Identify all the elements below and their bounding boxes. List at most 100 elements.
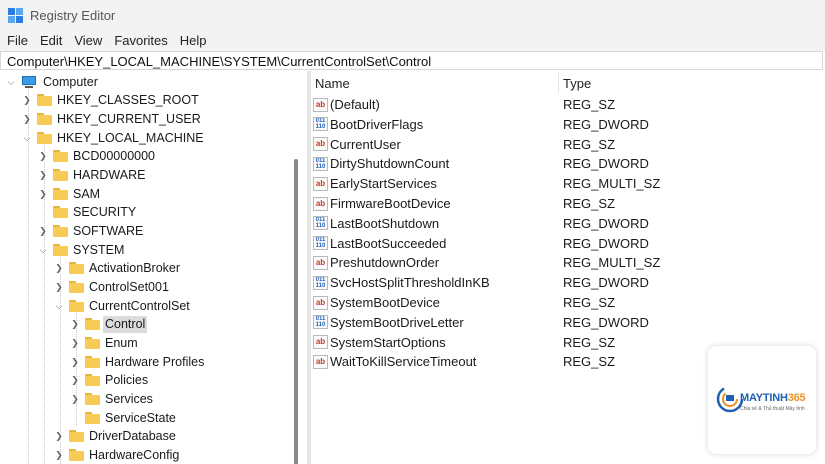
chevron-right-icon[interactable]: ❯ bbox=[54, 278, 64, 296]
tree-item-security[interactable]: SECURITY bbox=[38, 203, 138, 221]
list-row[interactable]: ab FirmwareBootDevice REG_SZ bbox=[311, 194, 825, 213]
binary-value-icon: 011 110 bbox=[313, 236, 328, 251]
menu-edit[interactable]: Edit bbox=[34, 32, 68, 50]
tree-item-hardware-profiles[interactable]: ❯ Hardware Profiles bbox=[70, 353, 206, 371]
tree-item-driverdatabase[interactable]: ❯ DriverDatabase bbox=[54, 427, 178, 445]
menu-file[interactable]: File bbox=[1, 32, 34, 50]
list-row[interactable]: ab EarlyStartServices REG_MULTI_SZ bbox=[311, 174, 825, 193]
folder-icon bbox=[53, 244, 68, 256]
tree-label: Control bbox=[103, 315, 148, 333]
list-row[interactable]: ab (Default) REG_SZ bbox=[311, 95, 825, 114]
column-header-type[interactable]: Type bbox=[563, 71, 591, 97]
tree-item-servicestate[interactable]: ServiceState bbox=[70, 409, 178, 427]
list-header: Name Type bbox=[311, 71, 825, 95]
value-type: REG_DWORD bbox=[563, 116, 649, 132]
tree-label: CurrentControlSet bbox=[89, 298, 190, 313]
chevron-down-icon[interactable]: ⌵ bbox=[54, 297, 64, 315]
list-row[interactable]: 011 110 BootDriverFlags REG_DWORD bbox=[311, 115, 825, 134]
address-bar[interactable]: Computer\HKEY_LOCAL_MACHINE\SYSTEM\Curre… bbox=[0, 51, 823, 70]
tree-item-policies[interactable]: ❯ Policies bbox=[70, 371, 150, 389]
tree-item-hardware[interactable]: ❯ HARDWARE bbox=[38, 166, 147, 184]
list-row[interactable]: 011 110 LastBootSucceeded REG_DWORD bbox=[311, 234, 825, 253]
chevron-down-icon[interactable]: ⌵ bbox=[6, 73, 16, 91]
tree-scrollbar[interactable] bbox=[294, 159, 298, 464]
chevron-right-icon[interactable]: ❯ bbox=[70, 390, 80, 408]
chevron-right-icon[interactable]: ❯ bbox=[38, 147, 48, 165]
tree-item-hkey-current-user[interactable]: ❯ HKEY_CURRENT_USER bbox=[22, 110, 203, 128]
list-row[interactable]: 011 110 SvcHostSplitThresholdInKB REG_DWOR… bbox=[311, 273, 825, 292]
tree-item-control[interactable]: ❯ Control bbox=[70, 315, 148, 333]
menu-help[interactable]: Help bbox=[174, 32, 213, 50]
value-name-cell: ab CurrentUser bbox=[313, 135, 401, 154]
tree-label: SAM bbox=[73, 186, 101, 201]
value-name: FirmwareBootDevice bbox=[330, 196, 451, 211]
tree-item-activationbroker[interactable]: ❯ ActivationBroker bbox=[54, 259, 182, 277]
tree-item-hkey-local-machine[interactable]: ⌵ HKEY_LOCAL_MACHINE bbox=[22, 129, 206, 147]
column-header-name[interactable]: Name bbox=[315, 71, 350, 97]
chevron-right-icon[interactable]: ❯ bbox=[54, 427, 64, 445]
value-name: SystemBootDevice bbox=[330, 295, 440, 310]
chevron-right-icon[interactable]: ❯ bbox=[70, 334, 80, 352]
tree-item-services[interactable]: ❯ Services bbox=[70, 390, 155, 408]
list-row[interactable]: ab PreshutdownOrder REG_MULTI_SZ bbox=[311, 253, 825, 272]
chevron-right-icon[interactable]: ❯ bbox=[70, 371, 80, 389]
tree-item-enum[interactable]: ❯ Enum bbox=[70, 334, 140, 352]
title-bar: Registry Editor bbox=[0, 0, 825, 31]
watermark-tagline: Chia sẻ & Thủ thuật Máy tính bbox=[740, 406, 805, 412]
folder-icon bbox=[85, 374, 100, 386]
tree-root-computer[interactable]: ⌵ Computer bbox=[6, 73, 100, 91]
tree-item-sam[interactable]: ❯ SAM bbox=[38, 185, 102, 203]
folder-icon bbox=[37, 94, 52, 106]
value-type: REG_DWORD bbox=[563, 215, 649, 231]
tree-label: HardwareConfig bbox=[89, 447, 180, 462]
tree-item-hardwareconfig[interactable]: ❯ HardwareConfig bbox=[54, 446, 181, 464]
folder-icon bbox=[85, 337, 100, 349]
folder-icon bbox=[53, 206, 68, 218]
chevron-right-icon[interactable]: ❯ bbox=[70, 315, 80, 333]
menu-view[interactable]: View bbox=[68, 32, 108, 50]
binary-value-icon: 011 110 bbox=[313, 315, 328, 330]
tree-item-software[interactable]: ❯ SOFTWARE bbox=[38, 222, 145, 240]
chevron-right-icon[interactable]: ❯ bbox=[54, 259, 64, 277]
string-value-icon: ab bbox=[313, 354, 328, 369]
folder-icon bbox=[37, 113, 52, 125]
list-row[interactable]: ab SystemBootDevice REG_SZ bbox=[311, 293, 825, 312]
value-name-cell: ab FirmwareBootDevice bbox=[313, 194, 451, 213]
value-name: BootDriverFlags bbox=[330, 116, 424, 132]
string-value-icon: ab bbox=[313, 255, 328, 270]
folder-icon bbox=[85, 412, 100, 424]
watermark-logo: MAYTINH365 Chia sẻ & Thủ thuật Máy tính bbox=[708, 346, 816, 454]
list-row[interactable]: 011 110 LastBootShutdown REG_DWORD bbox=[311, 214, 825, 233]
binary-value-icon: 011 110 bbox=[313, 156, 328, 171]
list-row[interactable]: 011 110 DirtyShutdownCount REG_DWORD bbox=[311, 154, 825, 173]
list-row[interactable]: ab CurrentUser REG_SZ bbox=[311, 135, 825, 154]
chevron-right-icon[interactable]: ❯ bbox=[70, 353, 80, 371]
tree-label: HARDWARE bbox=[73, 167, 146, 182]
tree-item-controlset001[interactable]: ❯ ControlSet001 bbox=[54, 278, 171, 296]
folder-icon bbox=[53, 225, 68, 237]
menu-favorites[interactable]: Favorites bbox=[108, 32, 173, 50]
chevron-right-icon[interactable]: ❯ bbox=[22, 110, 32, 128]
chevron-down-icon[interactable]: ⌵ bbox=[38, 241, 48, 259]
tree-item-currentcontrolset[interactable]: ⌵ CurrentControlSet bbox=[54, 297, 192, 315]
chevron-down-icon[interactable]: ⌵ bbox=[22, 129, 32, 147]
chevron-right-icon[interactable]: ❯ bbox=[38, 185, 48, 203]
chevron-right-icon[interactable]: ❯ bbox=[38, 222, 48, 240]
tree-item-hkey-classes-root[interactable]: ❯ HKEY_CLASSES_ROOT bbox=[22, 91, 201, 109]
chevron-right-icon[interactable]: ❯ bbox=[38, 166, 48, 184]
value-name: PreshutdownOrder bbox=[330, 255, 440, 271]
tree-item-bcd00000000[interactable]: ❯ BCD00000000 bbox=[38, 147, 157, 165]
column-divider[interactable] bbox=[558, 73, 559, 93]
value-name: SystemStartOptions bbox=[330, 334, 446, 350]
string-value-icon: ab bbox=[313, 137, 328, 152]
value-name-cell: 011 110 DirtyShutdownCount bbox=[313, 154, 449, 173]
list-row[interactable]: 011 110 SystemBootDriveLetter REG_DWORD bbox=[311, 313, 825, 332]
tree-label: Services bbox=[105, 391, 153, 406]
tree-pane[interactable]: ⌵ Computer ❯ HKEY_CLASSES_ROOT ❯ HKEY_CU… bbox=[0, 71, 304, 464]
tree-label: HKEY_CURRENT_USER bbox=[57, 111, 201, 126]
folder-icon bbox=[69, 262, 84, 274]
chevron-right-icon[interactable]: ❯ bbox=[22, 91, 32, 109]
chevron-right-icon[interactable]: ❯ bbox=[54, 446, 64, 464]
tree-item-system[interactable]: ⌵ SYSTEM bbox=[38, 241, 126, 259]
value-type: REG_DWORD bbox=[563, 275, 649, 291]
